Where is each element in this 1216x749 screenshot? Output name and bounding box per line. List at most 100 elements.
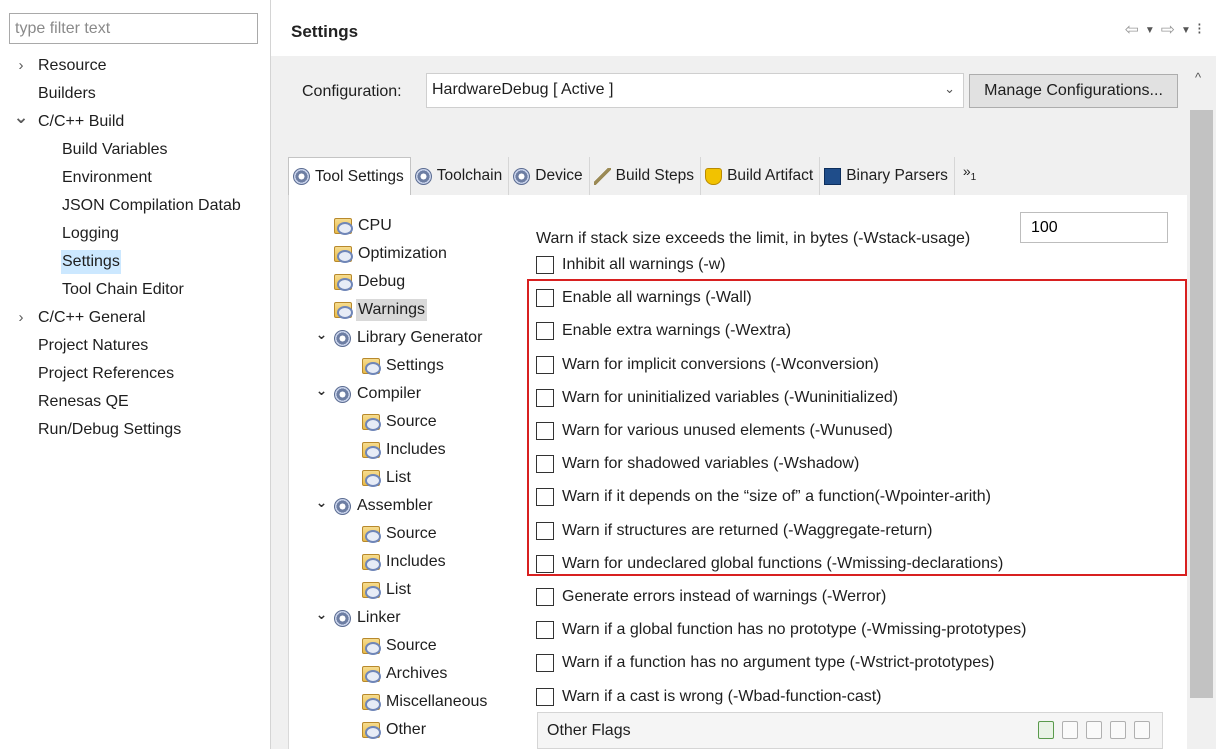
checkbox[interactable] <box>536 588 554 606</box>
manage-configurations-button[interactable]: Manage Configurations... <box>969 74 1178 108</box>
nav-item[interactable]: › C/C++ General <box>0 304 270 332</box>
tool-tree-item[interactable]: Source <box>307 408 507 436</box>
gear-icon <box>334 329 351 347</box>
gear-icon <box>414 167 432 185</box>
forward-arrow-icon[interactable]: ⇨ <box>1161 20 1175 40</box>
warning-option[interactable]: Warn if a global function has no prototy… <box>536 618 1027 642</box>
configuration-select[interactable]: HardwareDebug [ Active ] ⌄ <box>426 73 964 108</box>
tool-tree-item[interactable]: ⌄ Library Generator <box>307 324 507 352</box>
nav-item[interactable]: JSON Compilation Datab <box>0 192 270 220</box>
tool-tree-label: Source <box>386 637 437 654</box>
tool-tree-item[interactable]: Archives <box>307 660 507 688</box>
tool-tree-item[interactable]: ⌄ Assembler <box>307 492 507 520</box>
tool-tree-item[interactable]: List <box>307 464 507 492</box>
tool-tree-item[interactable]: Includes <box>307 548 507 576</box>
add-icon[interactable] <box>1038 721 1054 739</box>
tool-tree-item[interactable]: Miscellaneous <box>307 688 507 716</box>
tool-tree-item[interactable]: Source <box>307 632 507 660</box>
filter-input[interactable] <box>9 13 258 44</box>
tool-tree-label: Source <box>386 413 437 430</box>
settings-tabs: Tool Settings Toolchain Device Build Steps B… <box>288 157 984 195</box>
tab-device[interactable]: Device <box>509 157 590 195</box>
checkbox[interactable] <box>536 687 554 706</box>
nav-item[interactable]: Run/Debug Settings <box>0 416 270 444</box>
chevron-right-icon[interactable]: › <box>13 304 29 332</box>
chevron-down-icon[interactable]: ⌄ <box>315 600 328 628</box>
more-vertical-icon[interactable]: ⁝ <box>1197 22 1202 38</box>
forward-dropdown-icon[interactable]: ▼ <box>1181 25 1191 36</box>
move-down-icon[interactable] <box>1134 721 1150 739</box>
warning-option[interactable]: Warn if a function has no argument type … <box>536 651 994 675</box>
nav-item[interactable]: Renesas QE <box>0 388 270 416</box>
nav-item-label: Builders <box>38 85 96 102</box>
other-flags-toolbar <box>1038 721 1150 739</box>
nav-item[interactable]: ⌄ C/C++ Build <box>0 107 270 136</box>
chevron-down-icon[interactable]: ⌄ <box>315 376 328 404</box>
tool-tree-item[interactable]: Includes <box>307 436 507 464</box>
option-label: Generate errors instead of warnings (-We… <box>562 588 887 605</box>
nav-item[interactable]: Project Natures <box>0 332 270 360</box>
gear-icon <box>513 167 531 185</box>
chevron-down-icon[interactable]: ⌄ <box>13 103 29 131</box>
checkbox[interactable] <box>536 654 554 673</box>
tab-build-artifact[interactable]: Build Artifact <box>701 157 821 195</box>
chevron-right-icon[interactable]: › <box>13 52 29 80</box>
tab-toolchain[interactable]: Toolchain <box>410 157 510 195</box>
nav-item-label: Renesas QE <box>38 393 129 410</box>
stack-usage-input[interactable] <box>1020 212 1168 243</box>
tool-tree-label: CPU <box>358 217 392 234</box>
chevron-down-icon[interactable]: ⌄ <box>315 488 328 516</box>
nav-item[interactable]: Builders <box>0 80 270 108</box>
tool-tree-item[interactable]: Settings <box>307 352 507 380</box>
chevron-down-icon[interactable]: ⌄ <box>315 320 328 348</box>
other-flags-label: Other Flags <box>547 722 631 739</box>
tool-tree-label: Other <box>386 721 427 738</box>
nav-item[interactable]: Tool Chain Editor <box>0 276 270 304</box>
tab-tool-settings[interactable]: Tool Settings <box>288 157 411 195</box>
tool-tree-item[interactable]: List <box>307 576 507 604</box>
scrollbar-thumb[interactable] <box>1190 110 1213 698</box>
tool-tree-label: Archives <box>386 665 448 682</box>
nav-item[interactable]: Settings <box>0 248 270 276</box>
tool-tree-item[interactable]: Other <box>307 716 507 744</box>
tool-tree-item[interactable]: ⌄ Compiler <box>307 380 507 408</box>
edit-icon[interactable] <box>1086 721 1102 739</box>
nav-item[interactable]: › Resource <box>0 52 270 80</box>
page-header: Settings ⇦ ▼ ⇨ ▼ ⁝ <box>271 0 1216 56</box>
tool-tree-item[interactable]: CPU <box>307 212 507 240</box>
back-dropdown-icon[interactable]: ▼ <box>1145 25 1155 36</box>
option-label: Warn if a function has no argument type … <box>562 654 995 672</box>
gear-icon <box>334 497 351 515</box>
more-tabs-count: 1 <box>970 172 977 183</box>
folder-settings-icon <box>362 470 381 487</box>
tab-binary-parsers[interactable]: Binary Parsers <box>820 157 955 195</box>
delete-icon[interactable] <box>1062 721 1078 739</box>
other-flags-section: Other Flags <box>537 712 1163 749</box>
back-arrow-icon[interactable]: ⇦ <box>1125 20 1139 40</box>
nav-item[interactable]: Logging <box>0 220 270 248</box>
warning-option[interactable]: Generate errors instead of warnings (-We… <box>536 585 886 609</box>
gear-icon <box>334 385 351 403</box>
nav-item[interactable]: Environment <box>0 164 270 192</box>
move-up-icon[interactable] <box>1110 721 1126 739</box>
tool-tree-item[interactable]: Debug <box>307 268 507 296</box>
folder-settings-icon <box>334 274 353 291</box>
nav-item-label: Build Variables <box>62 141 168 158</box>
tool-tree-item[interactable]: ⌄ Linker <box>307 604 507 632</box>
nav-item[interactable]: Project References <box>0 360 270 388</box>
vertical-scrollbar[interactable]: ^ <box>1187 64 1216 749</box>
chevron-down-icon[interactable]: ⌄ <box>944 81 955 97</box>
tool-tree-item[interactable]: Source <box>307 520 507 548</box>
tool-tree-item[interactable]: Warnings <box>307 296 507 324</box>
tool-tree-item[interactable]: Optimization <box>307 240 507 268</box>
folder-settings-icon <box>362 414 381 431</box>
nav-item[interactable]: Build Variables <box>0 136 270 164</box>
warning-option[interactable]: Inhibit all warnings (-w) <box>536 253 726 277</box>
tool-tree-label: Linker <box>357 609 401 626</box>
checkbox[interactable] <box>536 621 554 640</box>
scroll-up-icon[interactable]: ^ <box>1195 70 1201 85</box>
checkbox[interactable] <box>536 256 554 274</box>
tab-build-steps[interactable]: Build Steps <box>589 157 702 195</box>
more-tabs-button[interactable]: »1 <box>955 154 984 195</box>
warning-option[interactable]: Warn if a cast is wrong (-Wbad-function-… <box>536 685 882 709</box>
